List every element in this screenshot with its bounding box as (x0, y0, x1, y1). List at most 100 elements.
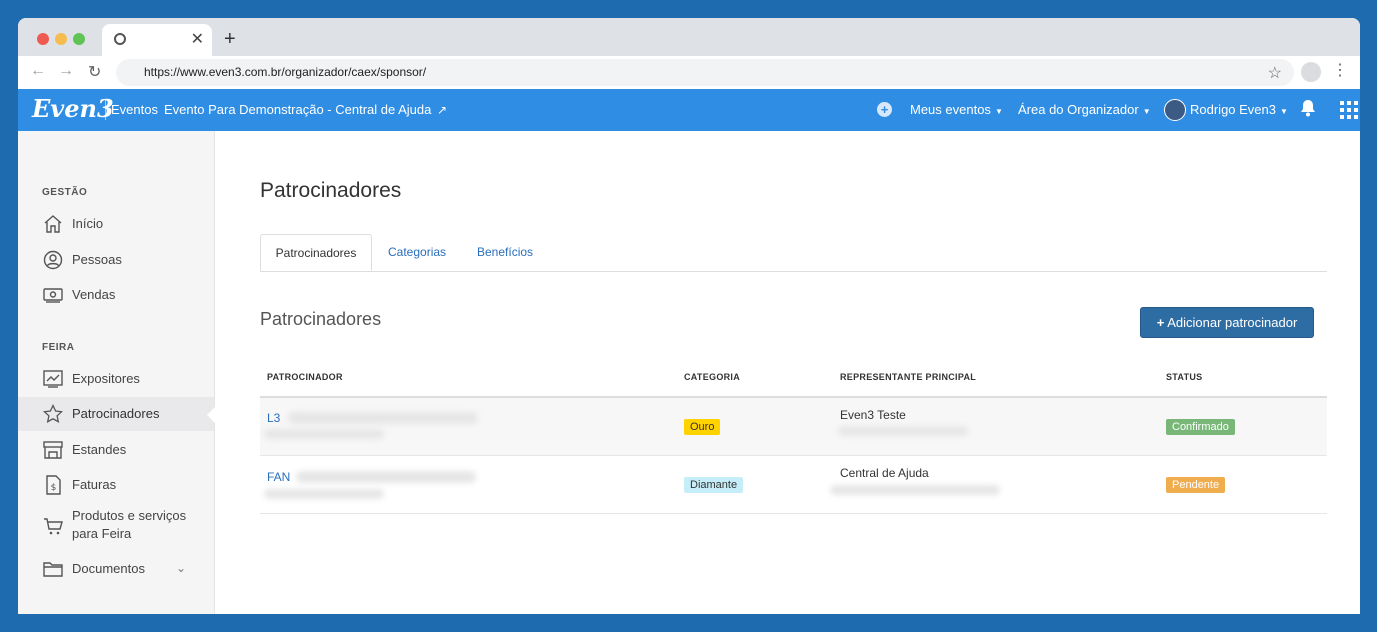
close-window-button[interactable] (37, 33, 49, 45)
add-sponsor-button[interactable]: + Adicionar patrocinador (1140, 307, 1314, 338)
section-label-gestao: GESTÃO (42, 187, 88, 198)
notifications-bell-icon[interactable] (1300, 99, 1316, 122)
sidebar-item-label: Início (72, 216, 104, 231)
status-badge: Confirmado (1166, 419, 1235, 435)
redacted-text (296, 471, 476, 483)
browser-toolbar: ← → ↻ https://www.even3.com.br/organizad… (18, 56, 1360, 90)
sponsor-link[interactable]: FAN (267, 470, 290, 484)
column-header[interactable]: PATROCINADOR (267, 372, 343, 382)
redacted-text (830, 485, 1000, 495)
browser-tab[interactable]: ✕ (102, 24, 212, 56)
sidebar-item-inicio[interactable]: Início (18, 207, 214, 241)
url-text[interactable]: https://www.even3.com.br/organizador/cae… (144, 65, 426, 79)
sidebar-item-documentos[interactable]: Documentos ⌄ (18, 552, 214, 586)
sidebar-item-vendas[interactable]: Vendas (18, 278, 214, 312)
content-tabs: Patrocinadores Categorias Benefícios (260, 234, 1327, 272)
chevron-down-icon[interactable]: ⌄ (176, 561, 186, 575)
home-icon (43, 214, 63, 234)
apps-grid-icon[interactable] (1340, 101, 1358, 119)
caret-down-icon: ▼ (1142, 107, 1151, 116)
column-header[interactable]: STATUS (1166, 372, 1202, 382)
category-badge: Diamante (684, 477, 744, 493)
redacted-text (264, 429, 384, 439)
sidebar-item-estandes[interactable]: Estandes (18, 433, 214, 467)
plus-icon: + (1156, 315, 1165, 330)
profile-icon[interactable] (1301, 62, 1321, 82)
user-name-label: Rodrigo Even3 (1190, 102, 1276, 117)
sidebar: GESTÃO Início Pessoas Vendas FEIRA Expos… (18, 131, 215, 614)
cart-icon (43, 516, 63, 536)
external-link-icon: ↗ (437, 103, 448, 117)
page-title: Patrocinadores (260, 179, 402, 202)
redacted-text (288, 412, 478, 424)
meus-eventos-menu[interactable]: Meus eventos ▼ (910, 102, 1003, 117)
event-name-label: Evento Para Demonstração - Central de Aj… (164, 102, 432, 117)
address-bar[interactable]: https://www.even3.com.br/organizador/cae… (116, 59, 1294, 86)
eventos-link[interactable]: Eventos (111, 102, 158, 117)
event-name-link[interactable]: Evento Para Demonstração - Central de Aj… (164, 102, 447, 117)
sidebar-item-label: Patrocinadores (72, 406, 160, 421)
main-content: Patrocinadores Patrocinadores Categorias… (215, 131, 1360, 614)
sidebar-item-patrocinadores[interactable]: Patrocinadores (18, 397, 215, 431)
caret-down-icon: ▼ (1280, 107, 1288, 116)
column-header[interactable]: REPRESENTANTE PRINCIPAL (840, 372, 976, 382)
browser-tabstrip: ✕ + (18, 18, 1360, 56)
meus-eventos-label: Meus eventos (910, 102, 991, 117)
sidebar-item-label: Documentos (72, 561, 145, 576)
representative-name: Central de Ajuda (840, 466, 929, 480)
ticket-icon (43, 285, 63, 305)
sidebar-item-pessoas[interactable]: Pessoas (18, 243, 214, 277)
bookmark-star-icon[interactable]: ☆ (1268, 63, 1282, 83)
section-label-feira: FEIRA (42, 342, 75, 353)
column-header[interactable]: CATEGORIA (684, 372, 740, 382)
sidebar-item-label: Produtos e serviços para Feira (72, 508, 187, 541)
user-avatar[interactable] (1164, 99, 1186, 121)
sidebar-item-produtos[interactable]: Produtos e serviços para Feira (18, 502, 214, 552)
table-row[interactable]: FAN Diamante Central de Ajuda Pendente (260, 456, 1327, 514)
svg-text:$: $ (51, 483, 57, 493)
reload-icon[interactable]: ↻ (88, 62, 101, 82)
new-tab-button[interactable]: + (224, 28, 236, 51)
sponsor-link[interactable]: L3 (267, 411, 280, 425)
sponsors-table: PATROCINADOR CATEGORIA REPRESENTANTE PRI… (260, 359, 1327, 514)
close-tab-icon[interactable]: ✕ (191, 29, 204, 49)
add-event-icon[interactable]: + (877, 102, 892, 117)
sidebar-item-label: Estandes (72, 442, 127, 457)
tab-categorias[interactable]: Categorias (388, 234, 446, 270)
invoice-icon: $ (43, 475, 63, 495)
section-title: Patrocinadores (260, 309, 382, 329)
sidebar-item-label: Vendas (72, 287, 116, 302)
table-header: PATROCINADOR CATEGORIA REPRESENTANTE PRI… (260, 359, 1327, 398)
redacted-text (264, 489, 384, 499)
forward-icon[interactable]: → (58, 62, 74, 80)
logo-divider (105, 100, 106, 120)
app-header: Even3 Eventos Evento Para Demonstração -… (18, 89, 1360, 131)
area-organizador-menu[interactable]: Área do Organizador ▼ (1018, 102, 1151, 117)
area-organizador-label: Área do Organizador (1018, 102, 1139, 117)
category-badge: Ouro (684, 419, 721, 435)
maximize-window-button[interactable] (73, 33, 85, 45)
sidebar-item-label: Faturas (72, 477, 117, 492)
back-icon[interactable]: ← (30, 62, 46, 80)
user-circle-icon (43, 250, 63, 270)
tab-beneficios[interactable]: Benefícios (477, 234, 533, 270)
minimize-window-button[interactable] (55, 33, 67, 45)
even3-logo[interactable]: Even3 (32, 94, 114, 123)
user-menu[interactable]: Rodrigo Even3 ▼ (1190, 102, 1288, 117)
status-badge: Pendente (1166, 477, 1226, 493)
browser-window: ✕ + ← → ↻ https://www.even3.com.br/organ… (18, 18, 1360, 614)
active-indicator (207, 407, 215, 423)
sidebar-item-label: Expositores (72, 371, 140, 386)
sidebar-item-faturas[interactable]: $ Faturas (18, 468, 214, 502)
folder-icon (43, 559, 63, 579)
table-row[interactable]: L3 Ouro Even3 Teste Confirmado (260, 398, 1327, 456)
representative-name: Even3 Teste (840, 408, 906, 422)
add-sponsor-label: Adicionar patrocinador (1167, 315, 1298, 330)
tab-patrocinadores[interactable]: Patrocinadores (260, 234, 372, 271)
store-icon (43, 440, 63, 460)
browser-menu-icon[interactable]: ⋮ (1332, 60, 1348, 80)
chart-icon (43, 369, 63, 389)
chrome-favicon-icon (114, 33, 126, 45)
sidebar-item-expositores[interactable]: Expositores (18, 362, 214, 396)
sidebar-item-label: Pessoas (72, 252, 122, 267)
